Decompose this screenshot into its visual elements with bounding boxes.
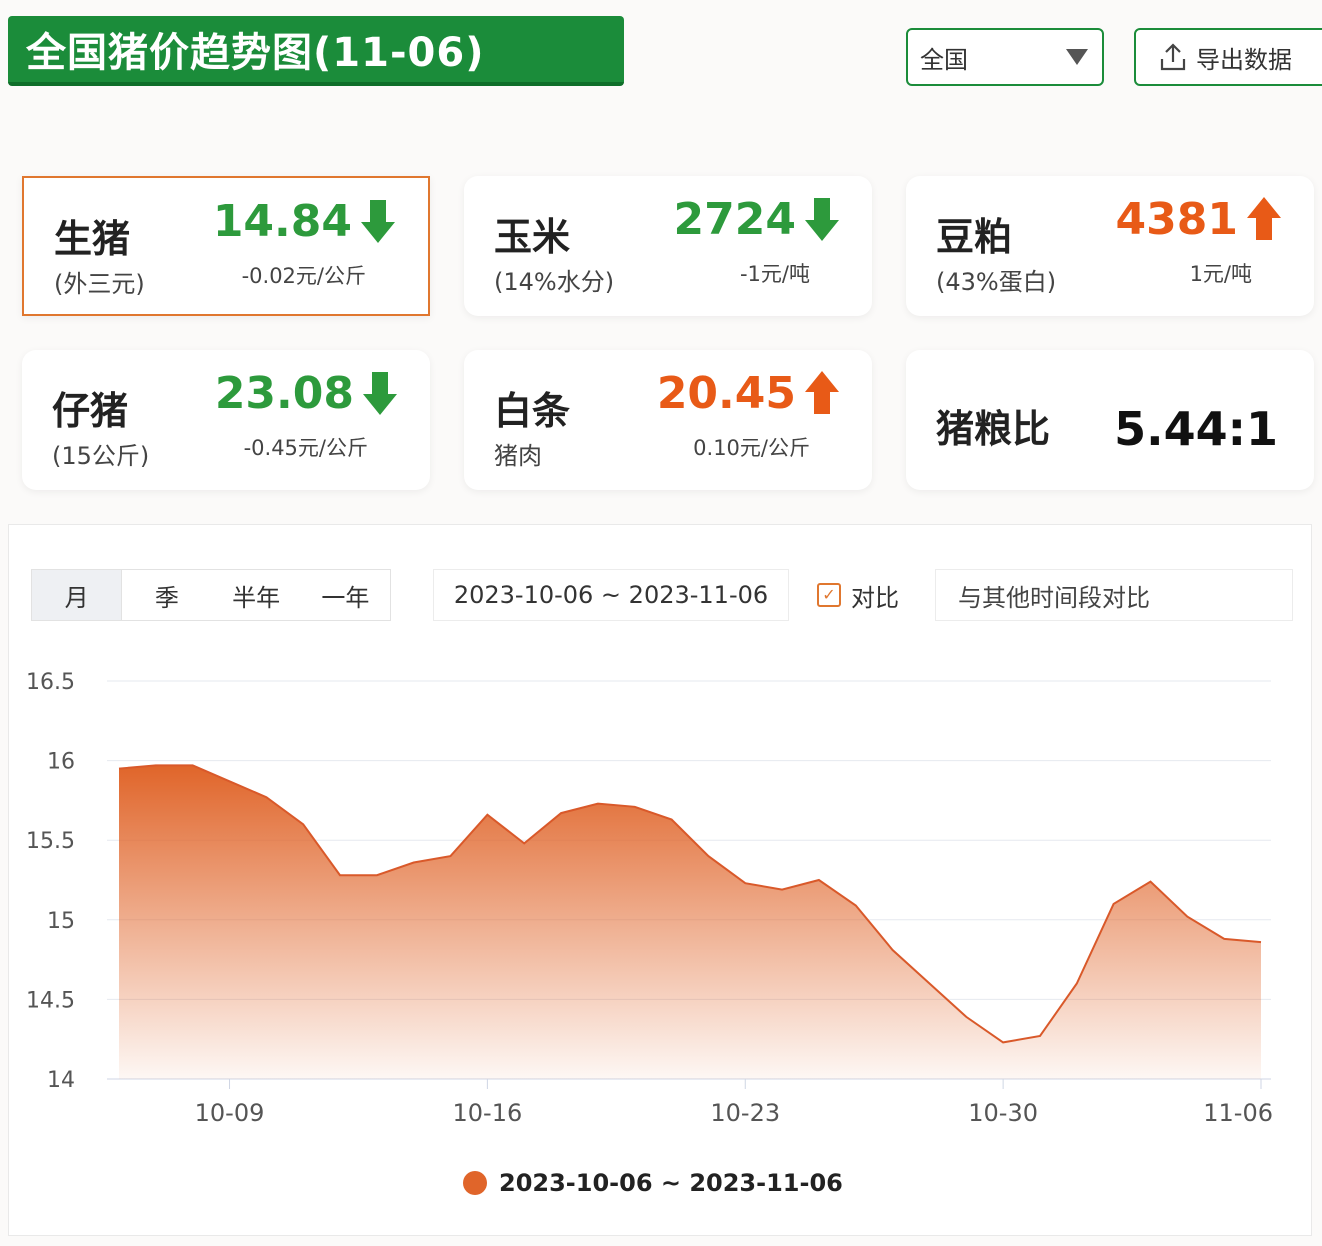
y-tick-label: 15 (47, 909, 75, 934)
card-name: 白条 (494, 389, 571, 433)
region-select[interactable]: 全国 (906, 28, 1104, 86)
x-tick-label: 11-06 (1203, 1099, 1273, 1127)
period-tab-month[interactable]: 月 (32, 570, 123, 620)
compare-toggle[interactable]: ✓ 对比 (817, 569, 899, 621)
card-change: -1元/吨 (739, 262, 810, 286)
region-select-value: 全国 (920, 45, 968, 74)
price-card-piglet[interactable]: 仔猪 (15公斤) 23.08 -0.45元/公斤 (22, 350, 430, 490)
chart-legend: 2023-10-06 ~ 2023-11-06 (463, 1169, 843, 1197)
card-price: 2724 (673, 194, 796, 245)
x-tick-label: 10-09 (195, 1099, 265, 1127)
card-price: 4381 (1115, 194, 1238, 245)
card-change: 0.10元/公斤 (693, 436, 810, 460)
card-subtitle: (14%水分) (494, 268, 615, 296)
card-name: 仔猪 (52, 389, 129, 433)
period-tab-quarter[interactable]: 季 (122, 570, 211, 620)
y-tick-label: 15.5 (26, 829, 75, 854)
card-name: 猪粮比 (936, 407, 1051, 451)
x-tick-label: 10-16 (453, 1099, 523, 1127)
y-tick-label: 14.5 (26, 988, 75, 1013)
period-tab-half-year[interactable]: 半年 (212, 570, 301, 620)
card-subtitle: (15公斤) (52, 442, 150, 470)
card-change: 1元/吨 (1189, 262, 1252, 286)
trend-chart: 14 14.5 15 15.5 16 16.5 10-09 10-16 10-23 10-30 11… (26, 670, 1273, 1127)
series-area (119, 765, 1261, 1079)
price-card-live-hog[interactable]: 生猪 (外三元) 14.84 -0.02元/公斤 (22, 176, 430, 316)
card-name: 生猪 (54, 217, 131, 261)
x-tick-label: 10-30 (968, 1099, 1038, 1127)
period-selector: 月 季 半年 一年 (31, 569, 391, 621)
card-price: 23.08 (214, 368, 354, 419)
chart-panel: 14 14.5 15 15.5 16 16.5 10-09 10-16 10-23 10-30 11… (8, 524, 1312, 1236)
page-title: 全国猪价趋势图(11-06) (26, 30, 485, 76)
y-tick-label: 16 (47, 750, 75, 775)
legend-swatch (463, 1171, 487, 1195)
page-title-banner: 全国猪价趋势图(11-06) (8, 16, 624, 86)
date-range-picker[interactable]: 2023-10-06 ~ 2023-11-06 (433, 569, 789, 621)
y-tick-label: 14 (47, 1068, 75, 1093)
arrow-up-icon (1247, 197, 1281, 240)
arrow-down-icon (805, 198, 839, 241)
compare-label: 对比 (851, 583, 899, 612)
price-card-hog-grain-ratio[interactable]: 猪粮比 5.44:1 (906, 350, 1314, 490)
arrow-down-icon (363, 372, 397, 415)
card-change: -0.02元/公斤 (241, 264, 366, 288)
legend-label: 2023-10-06 ~ 2023-11-06 (499, 1169, 843, 1197)
period-tab-year[interactable]: 一年 (301, 570, 390, 620)
card-subtitle: (43%蛋白) (936, 268, 1057, 296)
arrow-up-icon (805, 371, 839, 414)
card-subtitle: 猪肉 (494, 442, 542, 470)
y-tick-label: 16.5 (26, 670, 75, 695)
card-ratio: 5.44:1 (1114, 402, 1278, 456)
card-subtitle: (外三元) (54, 270, 145, 298)
price-card-pork-carcass[interactable]: 白条 猪肉 20.45 0.10元/公斤 (464, 350, 872, 490)
export-data-label: 导出数据 (1196, 45, 1292, 74)
price-card-corn[interactable]: 玉米 (14%水分) 2724 -1元/吨 (464, 176, 872, 316)
compare-period-input[interactable]: 与其他时间段对比 (935, 569, 1293, 621)
dropdown-arrow-icon (1066, 49, 1088, 65)
card-price: 20.45 (656, 368, 796, 419)
arrow-down-icon (361, 200, 395, 243)
price-card-soybean-meal[interactable]: 豆粕 (43%蛋白) 4381 1元/吨 (906, 176, 1314, 316)
x-tick-label: 10-23 (710, 1099, 780, 1127)
card-price: 14.84 (212, 196, 352, 247)
card-name: 玉米 (494, 215, 571, 259)
compare-checkbox[interactable]: ✓ (817, 583, 841, 607)
export-data-button[interactable]: 导出数据 (1134, 28, 1322, 86)
card-name: 豆粕 (936, 215, 1013, 259)
upload-icon (1160, 43, 1186, 71)
card-change: -0.45元/公斤 (243, 436, 368, 460)
